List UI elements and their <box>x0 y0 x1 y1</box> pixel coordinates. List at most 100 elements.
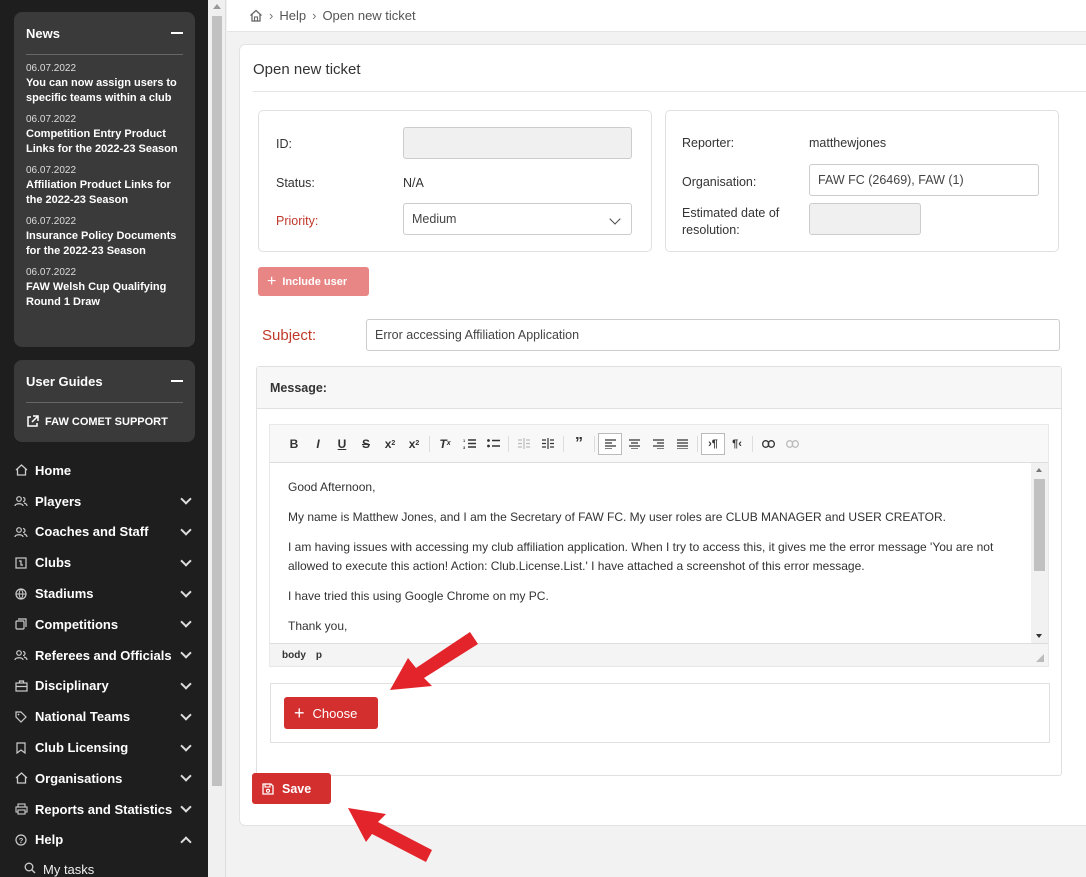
subscript-icon[interactable]: x2 <box>378 433 402 455</box>
news-headline[interactable]: Affiliation Product Links for the 2022-2… <box>26 178 183 208</box>
path-body[interactable]: body <box>282 650 306 661</box>
scroll-up-arrow-icon[interactable] <box>213 4 221 9</box>
sidebar-item-competitions[interactable]: Competitions <box>0 609 208 640</box>
home-icon[interactable] <box>249 9 263 22</box>
editor-scrollbar-thumb[interactable] <box>1034 479 1045 571</box>
news-item[interactable]: 06.07.2022 Affiliation Product Links for … <box>26 163 183 208</box>
external-link-icon <box>27 415 39 427</box>
unlink-icon[interactable] <box>780 433 804 455</box>
page-scrollbar[interactable] <box>208 0 226 877</box>
chevron-down-icon[interactable] <box>180 585 192 598</box>
collapse-guides-icon[interactable] <box>171 380 183 382</box>
organisation-field[interactable]: FAW FC (26469), FAW (1) <box>809 164 1039 196</box>
estimated-date-field <box>809 203 921 235</box>
scroll-down-icon[interactable] <box>1036 634 1042 638</box>
sidebar-item-my-tasks[interactable]: My tasks <box>0 855 208 877</box>
superscript-icon[interactable]: x2 <box>402 433 426 455</box>
news-item[interactable]: 06.07.2022 FAW Welsh Cup Qualifying Round… <box>26 265 183 310</box>
svg-text:?: ? <box>19 836 24 845</box>
news-headline[interactable]: FAW Welsh Cup Qualifying Round 1 Draw <box>26 280 183 310</box>
news-headline[interactable]: Insurance Policy Documents for the 2022-… <box>26 229 183 259</box>
path-p[interactable]: p <box>316 650 322 661</box>
sidebar-item-label: Referees and Officials <box>35 647 172 663</box>
sidebar-item-label: My tasks <box>43 861 95 877</box>
chevron-down-icon[interactable] <box>180 493 192 505</box>
sidebar-item-help[interactable]: ? Help <box>0 825 208 856</box>
sidebar-item-label: Reports and Statistics <box>35 801 173 817</box>
reporter-label: Reporter: <box>682 136 735 150</box>
svg-text:1: 1 <box>463 438 466 443</box>
choose-label: Choose <box>312 705 358 721</box>
clubs-icon <box>14 556 28 570</box>
faw-comet-support-link[interactable]: FAW COMET SUPPORT <box>14 403 195 440</box>
scrollbar-thumb[interactable] <box>212 16 222 786</box>
chevron-down-icon[interactable] <box>180 555 192 567</box>
news-item[interactable]: 06.07.2022 You can now assign users to sp… <box>26 61 183 106</box>
sidebar-item-coaches-and-staff[interactable]: Coaches and Staff <box>0 517 208 548</box>
chevron-up-icon[interactable] <box>180 836 192 848</box>
plus-icon: + <box>267 272 277 290</box>
globe-icon <box>14 587 28 601</box>
blockquote-icon[interactable]: ” <box>567 433 591 455</box>
save-button[interactable]: Save <box>252 773 331 804</box>
sidebar-item-clubs[interactable]: Clubs <box>0 547 208 578</box>
chevron-down-icon[interactable] <box>180 678 192 690</box>
scroll-up-icon[interactable] <box>1036 468 1042 472</box>
sidebar-item-referees-and-officials[interactable]: Referees and Officials <box>0 640 208 671</box>
numbered-list-icon[interactable]: 13 <box>457 433 481 455</box>
subject-input[interactable]: Error accessing Affiliation Application <box>366 319 1060 351</box>
chevron-down-icon[interactable] <box>180 739 192 752</box>
estimated-date-label: Estimated date of resolution: <box>682 206 780 237</box>
news-item[interactable]: 06.07.2022 Insurance Policy Documents for… <box>26 214 183 259</box>
align-right-icon[interactable] <box>646 433 670 455</box>
message-label: Message: <box>257 367 1061 409</box>
annotation-arrow-save-icon <box>348 808 432 862</box>
include-user-button[interactable]: + Include user <box>258 267 369 296</box>
message-box: Message: B I U S x2 x2 Tx 13 ” ›¶ ¶‹ Goo… <box>256 366 1062 776</box>
news-headline[interactable]: Competition Entry Product Links for the … <box>26 127 183 157</box>
resize-handle-icon[interactable] <box>1036 654 1044 662</box>
sidebar-item-club-licensing[interactable]: Club Licensing <box>0 732 208 763</box>
choose-file-button[interactable]: + Choose <box>284 697 378 729</box>
align-center-icon[interactable] <box>622 433 646 455</box>
increase-indent-icon[interactable] <box>536 433 560 455</box>
bold-icon[interactable]: B <box>282 433 306 455</box>
chevron-down-icon[interactable] <box>180 801 192 813</box>
collapse-news-icon[interactable] <box>171 32 183 34</box>
news-item[interactable]: 06.07.2022 Competition Entry Product Link… <box>26 112 183 157</box>
chevron-down-icon[interactable] <box>180 709 192 721</box>
coaches-icon <box>14 525 28 539</box>
align-left-icon[interactable] <box>598 432 622 455</box>
underline-icon[interactable]: U <box>330 433 354 455</box>
bulleted-list-icon[interactable] <box>481 433 505 455</box>
italic-icon[interactable]: I <box>306 433 330 455</box>
news-headline[interactable]: You can now assign users to specific tea… <box>26 76 183 106</box>
sidebar-item-home[interactable]: Home <box>0 455 208 486</box>
chevron-down-icon[interactable] <box>180 616 192 629</box>
sidebar-item-organisations[interactable]: Organisations <box>0 763 208 794</box>
message-content[interactable]: Good Afternoon, My name is Matthew Jones,… <box>270 463 1033 643</box>
remove-format-icon[interactable]: Tx <box>433 433 457 455</box>
link-icon[interactable] <box>756 433 780 455</box>
strikethrough-icon[interactable]: S <box>354 433 378 455</box>
sidebar-item-players[interactable]: Players <box>0 486 208 517</box>
breadcrumb-current: Open new ticket <box>322 8 416 23</box>
justify-icon[interactable] <box>670 433 694 455</box>
bookmark-icon <box>14 741 28 755</box>
sidebar-item-national-teams[interactable]: National Teams <box>0 701 208 732</box>
decrease-indent-icon[interactable] <box>512 433 536 455</box>
sidebar-item-disciplinary[interactable]: Disciplinary <box>0 671 208 702</box>
priority-value: Medium <box>412 212 457 226</box>
text-direction-ltr-icon[interactable]: ›¶ <box>701 432 725 455</box>
sidebar-item-stadiums[interactable]: Stadiums <box>0 578 208 609</box>
breadcrumb-help[interactable]: Help <box>279 8 306 23</box>
text-direction-rtl-icon[interactable]: ¶‹ <box>725 433 749 455</box>
chevron-down-icon[interactable] <box>180 770 192 783</box>
priority-select[interactable]: Medium <box>403 203 632 235</box>
editor-scrollbar[interactable] <box>1031 463 1048 643</box>
chevron-down-icon[interactable] <box>180 524 192 536</box>
chevron-down-icon[interactable] <box>180 647 192 659</box>
editor-toolbar: B I U S x2 x2 Tx 13 ” ›¶ ¶‹ <box>270 425 1048 463</box>
sidebar: News 06.07.2022 You can now assign users … <box>0 0 208 877</box>
sidebar-item-reports-and-statistics[interactable]: Reports and Statistics <box>0 794 208 825</box>
